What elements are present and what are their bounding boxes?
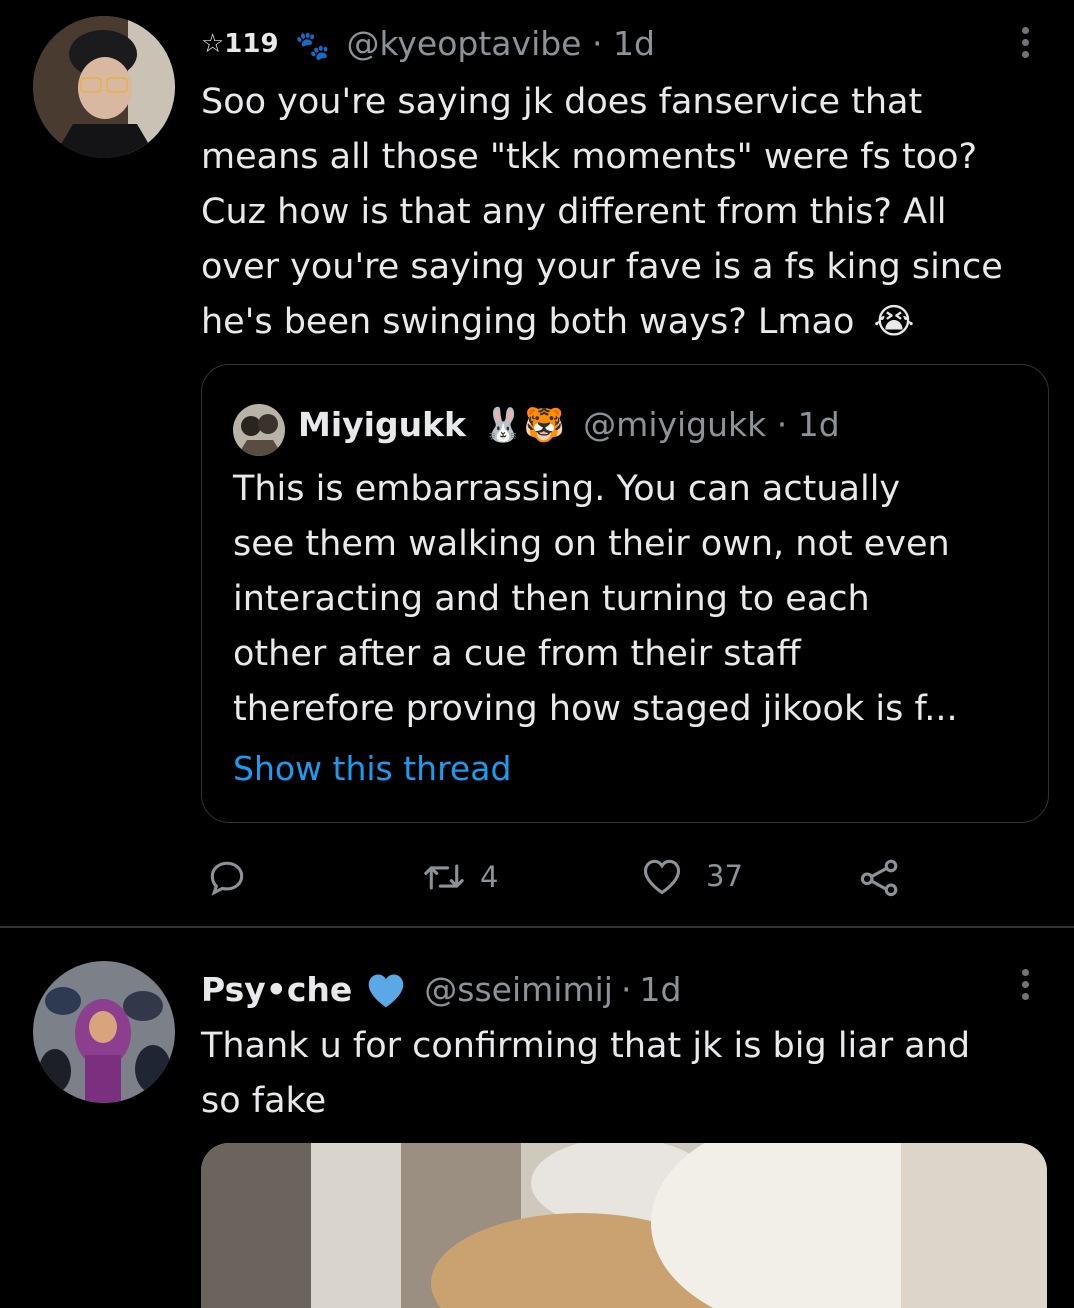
text-line: Thank u for confirming that jk is big li…	[201, 1026, 971, 1066]
timestamp[interactable]: 1d	[639, 970, 681, 1010]
display-name[interactable]: ☆119	[201, 29, 279, 59]
text-line: over you're saying your fave is a fs kin…	[201, 247, 1003, 287]
quoted-name-emojis: 🐰🐯	[482, 405, 565, 444]
quoted-tweet-card[interactable]: Miyigukk 🐰🐯 @miyigukk · 1d This is embar…	[201, 364, 1049, 823]
reply-icon	[210, 861, 244, 896]
text-line: Cuz how is that any different from this?…	[201, 192, 947, 232]
quoted-text-line: see them walking on their own, not even	[233, 524, 950, 564]
display-name[interactable]: Psy•che	[201, 970, 352, 1010]
like-count: 37	[706, 859, 743, 893]
more-icon[interactable]	[1019, 27, 1031, 58]
retweet-count: 4	[480, 860, 499, 894]
quoted-avatar[interactable]	[233, 404, 285, 456]
quoted-header: Miyigukk 🐰🐯 @miyigukk · 1d	[298, 405, 840, 445]
paw-emoji: 🐾	[295, 29, 330, 62]
user-handle[interactable]: @sseimimij	[424, 970, 613, 1010]
separator-dot: ·	[776, 405, 788, 444]
text-line: means all those "tkk moments" were fs to…	[201, 137, 978, 177]
avatar-kyeoptavibe[interactable]	[33, 16, 175, 158]
text-line: Soo you're saying jk does fanservice tha…	[201, 82, 923, 122]
quoted-timestamp: 1d	[797, 405, 840, 444]
tweet2-media-image[interactable]	[201, 1143, 1047, 1308]
share-button[interactable]	[858, 856, 902, 902]
retweet-icon	[424, 864, 464, 890]
retweet-button[interactable]: 4	[422, 857, 498, 897]
quoted-text-line: other after a cue from their staff	[233, 634, 801, 674]
quoted-handle[interactable]: @miyigukk	[583, 405, 766, 444]
tweet2-header: Psy•che @sseimimij · 1d	[201, 970, 681, 1010]
like-button[interactable]: 37	[640, 855, 743, 897]
avatar-sseimimij[interactable]	[33, 961, 175, 1103]
text-line: so fake	[201, 1081, 327, 1121]
tweet2-text: Thank u for confirming that jk is big li…	[201, 1019, 1061, 1129]
tweet-divider	[0, 926, 1074, 928]
more-icon[interactable]	[1019, 969, 1031, 1000]
tweet1-text: Soo you're saying jk does fanservice tha…	[201, 75, 1061, 350]
share-icon	[860, 859, 898, 897]
separator-dot: ·	[591, 24, 603, 63]
quoted-text-line: interacting and then turning to each	[233, 579, 870, 619]
quoted-text: This is embarrassing. You can actually s…	[233, 462, 1033, 737]
text-line: he's been swinging both ways? Lmao 😭	[201, 295, 1061, 350]
crying-emoji: 😭	[873, 302, 915, 342]
quoted-text-line: therefore proving how staged jikook is f…	[233, 689, 958, 729]
separator-dot: ·	[620, 970, 632, 1009]
text-line-content: he's been swinging both ways? Lmao	[201, 302, 855, 342]
user-handle[interactable]: @kyeoptavibe	[346, 24, 581, 63]
quoted-text-line: This is embarrassing. You can actually	[233, 469, 901, 509]
show-this-thread-link[interactable]: Show this thread	[233, 749, 511, 788]
timestamp[interactable]: 1d	[613, 24, 655, 63]
quoted-display-name[interactable]: Miyigukk	[298, 405, 466, 444]
reply-button[interactable]	[205, 855, 249, 903]
tweet1-header: ☆119 🐾 @kyeoptavibe · 1d	[201, 24, 655, 66]
verified-heart-icon	[369, 974, 404, 1008]
like-icon	[643, 859, 681, 895]
